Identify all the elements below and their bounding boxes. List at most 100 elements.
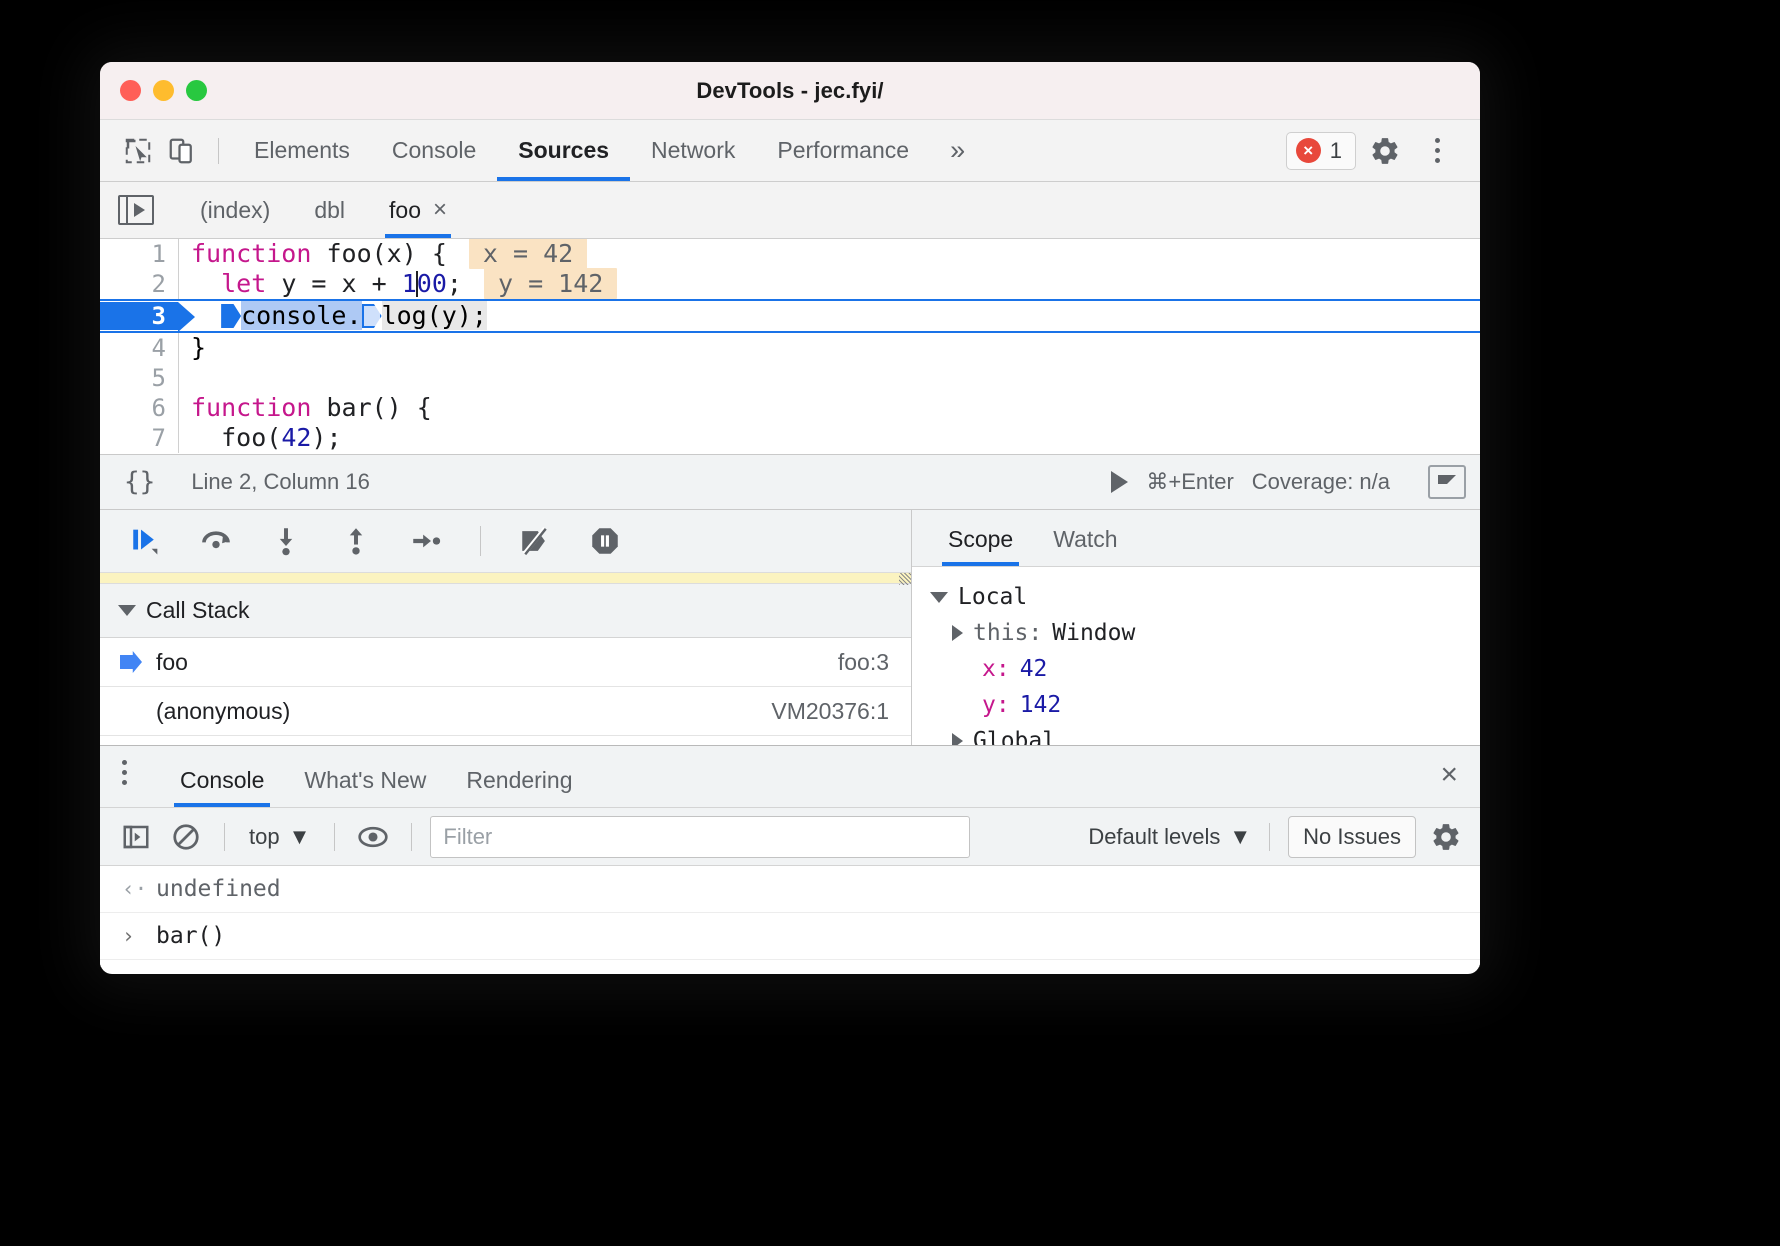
device-toolbar-icon[interactable] [160, 129, 204, 173]
show-navigator-icon[interactable] [118, 195, 154, 225]
more-tabs-button[interactable]: » [930, 120, 985, 181]
drawer-tab-whats-new[interactable]: What's New [284, 767, 446, 807]
breakpoint-marker-icon[interactable] [221, 304, 241, 328]
execution-context-selector[interactable]: top ▼ [243, 824, 316, 850]
inspect-cursor-icon[interactable] [116, 129, 160, 173]
breakpoint-marker-inactive-icon[interactable] [362, 304, 382, 328]
line-number[interactable]: 6 [100, 394, 178, 422]
file-tab-dbl[interactable]: dbl [292, 182, 367, 238]
file-tab-label: dbl [314, 197, 345, 224]
code-line-7: 7 foo(42); [100, 423, 1480, 453]
call-stack-section-header[interactable]: Call Stack [100, 584, 911, 638]
console-prompt[interactable]: › [100, 960, 1480, 967]
code-content: foo(42); [178, 423, 1480, 453]
tab-watch[interactable]: Watch [1033, 526, 1137, 566]
show-console-sidebar-icon[interactable] [116, 817, 156, 857]
table-row[interactable]: foo foo:3 [100, 638, 911, 687]
gear-icon[interactable] [1362, 128, 1408, 174]
run-snippet-icon[interactable] [1111, 471, 1128, 493]
file-tab-label: (index) [200, 197, 270, 224]
file-tab-foo[interactable]: foo × [367, 182, 469, 238]
inline-value-y: y = 142 [484, 268, 617, 299]
chevron-right-icon[interactable] [952, 733, 963, 745]
kebab-menu-icon[interactable] [1414, 128, 1460, 174]
tab-scope[interactable]: Scope [928, 526, 1033, 566]
step-into-next-function-call-icon[interactable] [266, 521, 306, 561]
clear-console-icon[interactable] [166, 817, 206, 857]
scope-entry-this[interactable]: this: Window [930, 615, 1480, 651]
line-number[interactable]: 2 [100, 270, 178, 298]
drawer-tab-rendering[interactable]: Rendering [446, 767, 592, 807]
chevron-down-icon [118, 605, 136, 616]
table-row[interactable]: (anonymous) VM20376:1 [100, 687, 911, 736]
debugger-toolbar [100, 510, 911, 572]
execution-context-value: top [249, 824, 280, 850]
code-content: function bar() { [178, 393, 1480, 423]
tab-console[interactable]: Console [371, 120, 497, 181]
gear-icon[interactable] [1426, 817, 1466, 857]
deactivate-breakpoints-icon[interactable] [515, 521, 555, 561]
call-frame-location: foo:3 [838, 649, 889, 676]
drawer-tabbar: Console What's New Rendering × [100, 746, 1480, 808]
step-out-of-current-function-icon[interactable] [336, 521, 376, 561]
tab-network[interactable]: Network [630, 120, 756, 181]
line-number-paused[interactable]: 3 [100, 302, 178, 330]
drawer-tab-console[interactable]: Console [160, 767, 284, 807]
scope-group-local[interactable]: Local [930, 579, 1480, 615]
error-icon: × [1296, 138, 1321, 163]
call-frame-name: (anonymous) [156, 698, 290, 725]
scope-watch-tabs: Scope Watch [912, 510, 1480, 567]
kebab-menu-icon[interactable] [122, 760, 127, 785]
scope-group-global[interactable]: Global [930, 723, 1480, 745]
code-token: ; [447, 269, 462, 298]
chevron-right-icon[interactable] [952, 625, 963, 641]
call-frame-name: foo [156, 649, 188, 676]
scope-entry-y[interactable]: y: 142 [930, 687, 1480, 723]
window-title: DevTools - jec.fyi/ [100, 78, 1480, 104]
close-icon[interactable]: × [433, 198, 447, 222]
scope-entry-value: 142 [1020, 692, 1062, 718]
line-number[interactable]: 5 [100, 364, 178, 392]
chevron-down-icon [930, 592, 948, 603]
screen: DevTools - jec.fyi/ Elements [0, 0, 1780, 1246]
toolbar-divider [224, 823, 225, 851]
filter-input[interactable]: Filter [430, 816, 970, 858]
code-token: foo(x) { [311, 239, 446, 268]
source-code-editor[interactable]: 1 function foo(x) {x = 42 2 let y = x + … [100, 239, 1480, 454]
scope-entry-x[interactable]: x: 42 [930, 651, 1480, 687]
code-token: bar() { [311, 393, 431, 422]
live-expression-icon[interactable] [353, 817, 393, 857]
tab-sources[interactable]: Sources [497, 120, 630, 181]
scope-group-label: Global [973, 728, 1056, 745]
window-titlebar: DevTools - jec.fyi/ [100, 62, 1480, 120]
code-token: y = x + [266, 269, 401, 298]
resume-script-execution-icon[interactable] [126, 521, 166, 561]
line-number[interactable]: 1 [100, 240, 178, 268]
close-icon[interactable]: × [1440, 760, 1458, 790]
number-token: 42 [281, 423, 311, 452]
pane-resizer-handle[interactable] [899, 573, 911, 585]
tab-elements[interactable]: Elements [233, 120, 371, 181]
code-line-4: 4 } [100, 333, 1480, 363]
pretty-print-icon[interactable]: {} [124, 467, 155, 497]
log-levels-selector[interactable]: Default levels ▼ [1088, 824, 1251, 850]
code-content: let y = x + 100;y = 142 [178, 269, 1480, 299]
tab-performance[interactable]: Performance [756, 120, 930, 181]
console-message-text: undefined [156, 876, 281, 902]
console-message-text: bar() [156, 923, 225, 949]
frame-arrow-placeholder-icon [120, 700, 142, 722]
line-number[interactable]: 7 [100, 424, 178, 452]
show-drawer-icon[interactable] [1428, 465, 1466, 499]
toolbar-divider [1269, 823, 1270, 851]
pause-on-exceptions-icon[interactable] [585, 521, 625, 561]
step-icon[interactable] [406, 521, 446, 561]
chevron-down-icon: ▼ [289, 824, 311, 850]
file-tab-index[interactable]: (index) [178, 182, 292, 238]
scope-entry-name: this: [973, 620, 1042, 646]
error-count-badge[interactable]: × 1 [1286, 132, 1356, 170]
line-number[interactable]: 4 [100, 334, 178, 362]
step-over-next-function-call-icon[interactable] [196, 521, 236, 561]
no-issues-button[interactable]: No Issues [1288, 816, 1416, 858]
coverage-label: Coverage: n/a [1252, 469, 1390, 495]
editor-status-bar: {} Line 2, Column 16 ⌘+Enter Coverage: n… [100, 454, 1480, 510]
